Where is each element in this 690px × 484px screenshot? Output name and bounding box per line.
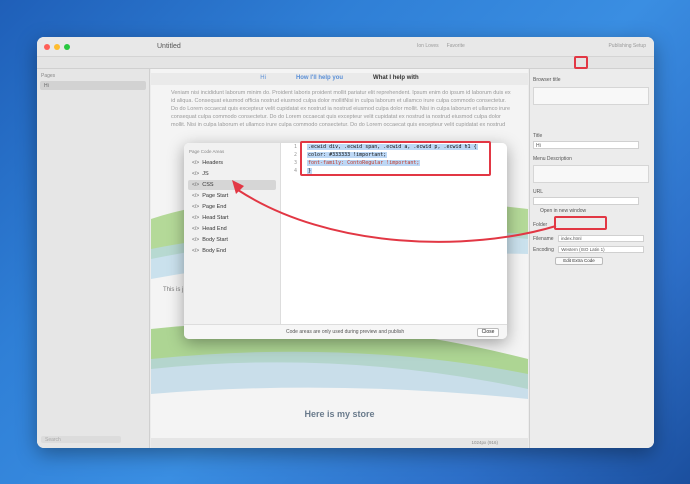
annotation-arrow (232, 180, 557, 243)
